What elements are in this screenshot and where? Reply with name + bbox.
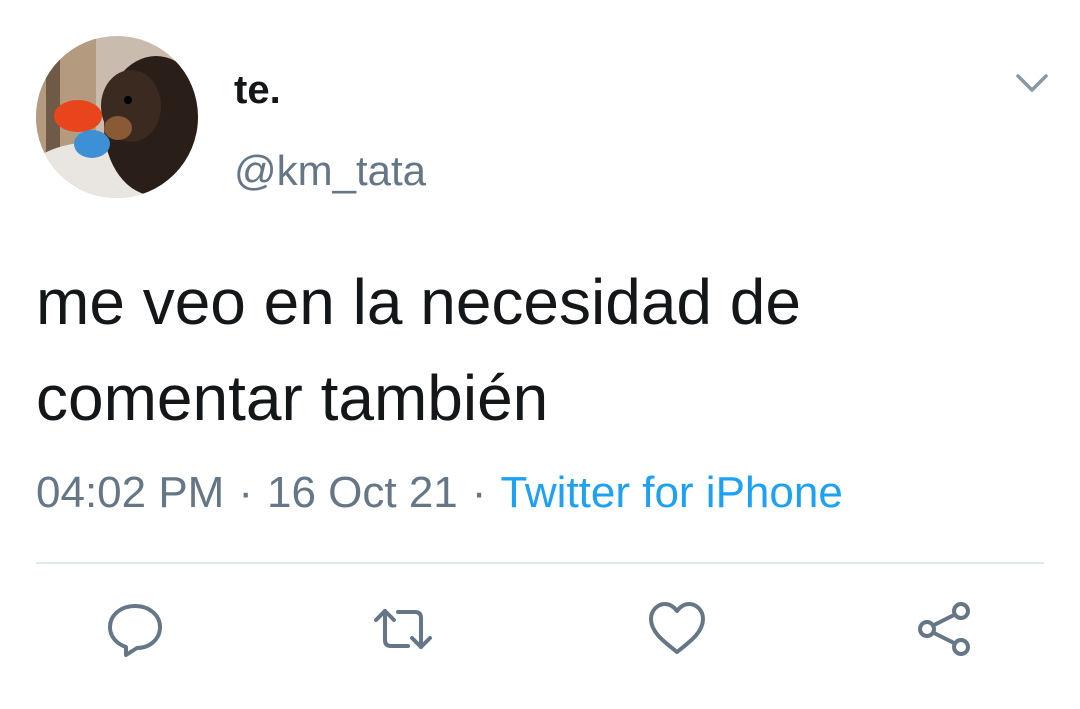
tweet-text-line: comentar también (36, 362, 549, 434)
meta-separator: · (238, 468, 253, 517)
divider (36, 562, 1044, 564)
tweet-source-link[interactable]: Twitter for iPhone (500, 468, 842, 517)
tweet-meta: 04:02 PM · 16 Oct 21 · Twitter for iPhone (36, 466, 843, 520)
author-display-name[interactable]: te. (234, 66, 281, 114)
retweet-icon[interactable] (372, 598, 434, 660)
avatar[interactable] (36, 36, 198, 198)
tweet-date[interactable]: 16 Oct 21 (267, 468, 458, 517)
meta-separator: · (471, 468, 487, 517)
avatar-photo (36, 36, 198, 198)
heart-icon[interactable] (646, 598, 708, 660)
tweet-text: me veo en la necesidad de comentar tambi… (36, 254, 1036, 446)
share-icon[interactable] (914, 598, 976, 660)
tweet-time[interactable]: 04:02 PM (36, 468, 224, 517)
tweet-text-line: me veo en la necesidad de (36, 266, 801, 338)
author-handle[interactable]: @km_tata (234, 146, 426, 196)
reply-icon[interactable] (104, 598, 166, 660)
chevron-down-icon[interactable] (1012, 64, 1052, 104)
